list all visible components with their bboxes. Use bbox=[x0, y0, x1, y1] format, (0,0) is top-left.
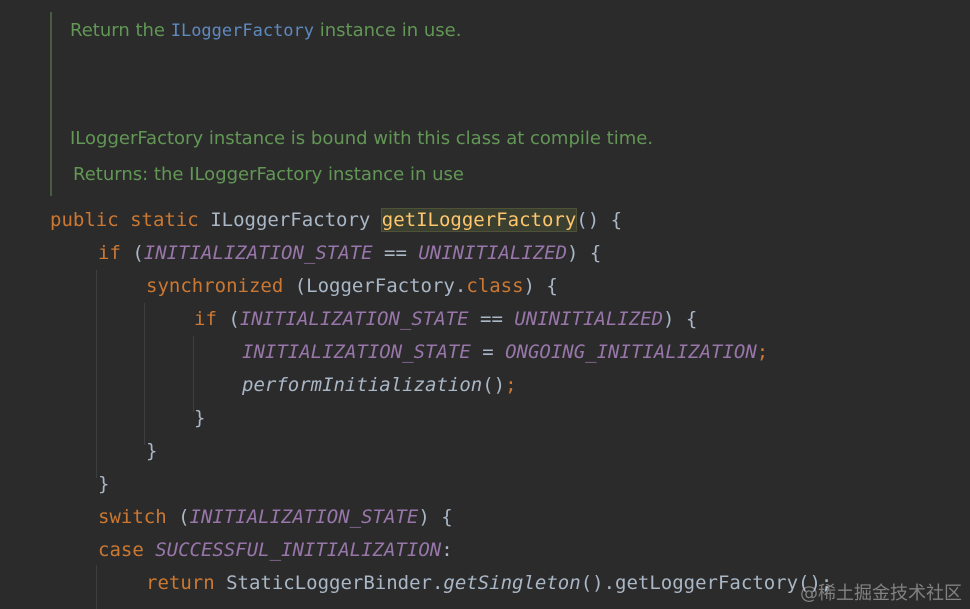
code-line-switch[interactable]: switch (INITIALIZATION_STATE) { bbox=[98, 501, 453, 534]
keyword-case: case bbox=[98, 539, 144, 561]
closing-brace: } bbox=[146, 440, 158, 462]
code-line-if-inner[interactable]: if (INITIALIZATION_STATE == UNINITIALIZE… bbox=[194, 303, 697, 336]
code-punctuation: ) { bbox=[567, 242, 602, 264]
keyword-if: if bbox=[194, 308, 217, 330]
code-punctuation: (LoggerFactory. bbox=[283, 275, 467, 297]
javadoc-returns-line: Returns: the ILoggerFactory instance in … bbox=[73, 164, 464, 185]
javadoc-rendered-block: Return the ILoggerFactory instance in us… bbox=[0, 0, 970, 200]
code-punctuation: ( bbox=[166, 506, 190, 528]
constant-identifier: INITIALIZATION_STATE bbox=[189, 506, 419, 528]
closing-brace: } bbox=[98, 473, 110, 495]
javadoc-description-line: ILoggerFactory instance is bound with th… bbox=[70, 128, 654, 149]
code-punctuation: ( bbox=[120, 242, 144, 264]
code-punctuation: ( bbox=[216, 308, 240, 330]
keyword-public: public bbox=[50, 209, 119, 231]
javadoc-code-link[interactable]: ILoggerFactory bbox=[171, 21, 314, 41]
class-reference: StaticLoggerBinder. bbox=[214, 572, 444, 594]
javadoc-summary-line: Return the ILoggerFactory instance in us… bbox=[70, 20, 461, 41]
code-line-case[interactable]: case SUCCESSFUL_INITIALIZATION: bbox=[98, 534, 453, 567]
code-line-return[interactable]: return StaticLoggerBinder.getSingleton()… bbox=[146, 567, 832, 600]
javadoc-text: Return the bbox=[70, 20, 171, 41]
watermark-text: @稀土掘金技术社区 bbox=[800, 583, 962, 604]
code-operator: = bbox=[470, 341, 506, 363]
constant-identifier: INITIALIZATION_STATE bbox=[242, 341, 471, 363]
code-line-close-brace[interactable]: } bbox=[146, 435, 157, 468]
code-operator: == bbox=[372, 242, 419, 264]
constant-identifier: SUCCESSFUL_INITIALIZATION bbox=[155, 539, 442, 561]
return-type: ILoggerFactory bbox=[210, 209, 371, 231]
code-line-synchronized[interactable]: synchronized (LoggerFactory.class) { bbox=[146, 270, 558, 303]
code-punctuation: ().getLoggerFactory(); bbox=[580, 572, 833, 594]
keyword-switch: switch bbox=[98, 506, 167, 528]
static-method-call: getSingleton bbox=[443, 572, 581, 594]
constant-identifier: ONGOING_INITIALIZATION bbox=[505, 341, 757, 363]
code-semicolon: ; bbox=[505, 374, 517, 396]
constant-identifier: UNINITIALIZED bbox=[418, 242, 568, 264]
constant-identifier: INITIALIZATION_STATE bbox=[239, 308, 469, 330]
method-name-highlighted[interactable]: getILoggerFactory bbox=[380, 208, 578, 232]
code-punctuation: ) { bbox=[663, 308, 698, 330]
constant-identifier: INITIALIZATION_STATE bbox=[143, 242, 373, 264]
keyword-return: return bbox=[146, 572, 215, 594]
code-line-if-outer[interactable]: if (INITIALIZATION_STATE == UNINITIALIZE… bbox=[98, 237, 601, 270]
keyword-synchronized: synchronized bbox=[146, 275, 284, 297]
code-punctuation: ) { bbox=[523, 275, 558, 297]
code-line-close-brace[interactable]: } bbox=[194, 402, 205, 435]
code-punctuation: () bbox=[482, 374, 506, 396]
javadoc-left-bar bbox=[50, 12, 52, 196]
keyword-if: if bbox=[98, 242, 121, 264]
code-line-close-brace[interactable]: } bbox=[98, 468, 109, 501]
keyword-class: class bbox=[466, 275, 524, 297]
code-line-assignment[interactable]: INITIALIZATION_STATE = ONGOING_INITIALIZ… bbox=[242, 336, 768, 369]
code-line-method-signature[interactable]: public static ILoggerFactory getILoggerF… bbox=[50, 204, 622, 237]
code-punctuation: () { bbox=[576, 209, 623, 231]
code-editor[interactable]: public static ILoggerFactory getILoggerF… bbox=[0, 204, 970, 609]
code-colon: : bbox=[441, 539, 453, 561]
code-semicolon: ; bbox=[756, 341, 769, 363]
keyword-static: static bbox=[130, 209, 199, 231]
closing-brace: } bbox=[194, 407, 206, 429]
code-operator: == bbox=[468, 308, 515, 330]
javadoc-text: instance in use. bbox=[314, 20, 462, 41]
code-punctuation: ) { bbox=[418, 506, 453, 528]
static-method-call: performInitialization bbox=[242, 374, 483, 396]
constant-identifier: UNINITIALIZED bbox=[514, 308, 664, 330]
code-line-perform-init[interactable]: performInitialization(); bbox=[242, 369, 517, 402]
